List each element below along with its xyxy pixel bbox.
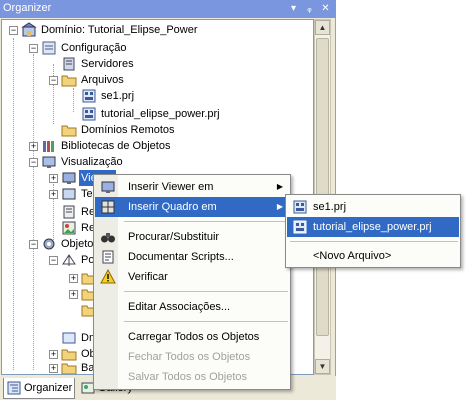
menu-label: <Novo Arquivo> xyxy=(313,250,392,262)
menu-item-verificar[interactable]: Verificar xyxy=(95,267,289,287)
project-file-icon xyxy=(82,107,96,121)
menu-label: Salvar Todos os Objetos xyxy=(128,371,248,383)
power-icon xyxy=(62,254,76,266)
expand-toggle[interactable]: + xyxy=(49,174,58,183)
collapse-toggle[interactable]: − xyxy=(49,256,58,265)
scroll-up-icon[interactable]: ▲ xyxy=(315,20,330,35)
project-file-icon xyxy=(293,200,307,214)
organizer-icon xyxy=(7,381,21,395)
menu-label: se1.prj xyxy=(313,201,347,213)
context-menu: Inserir Viewer em ▶ Inserir Quadro em ▶ … xyxy=(93,174,291,390)
expand-toggle[interactable]: + xyxy=(29,142,38,151)
menu-item-editar-associacoes[interactable]: Editar Associações... xyxy=(95,297,289,317)
menu-item-documentar[interactable]: Documentar Scripts... xyxy=(95,247,289,267)
menu-label: Procurar/Substituir xyxy=(128,231,220,243)
project-file-icon xyxy=(82,89,96,103)
tree-label: Arquivos xyxy=(81,74,124,86)
submenu-item-tutorial[interactable]: tutorial_elipse_power.prj xyxy=(287,217,459,237)
tree-label: Bibliotecas de Objetos xyxy=(61,140,171,152)
project-file-icon xyxy=(293,220,307,234)
expand-toggle[interactable]: + xyxy=(49,364,58,373)
collapse-toggle[interactable]: − xyxy=(29,158,38,167)
collapse-toggle[interactable]: − xyxy=(29,44,38,53)
menu-label: Inserir Viewer em xyxy=(128,181,214,193)
tree-label: Domínios Remotos xyxy=(81,124,175,136)
menu-item-inserir-viewer[interactable]: Inserir Viewer em ▶ xyxy=(95,177,289,197)
menu-label: Fechar Todos os Objetos xyxy=(128,351,251,363)
expand-toggle[interactable]: + xyxy=(69,290,78,299)
expand-toggle[interactable]: + xyxy=(69,274,78,283)
collapse-toggle[interactable]: − xyxy=(49,76,58,85)
folder-icon xyxy=(61,363,77,374)
servers-icon xyxy=(63,57,75,71)
objects-icon xyxy=(43,238,55,250)
collapse-toggle[interactable]: − xyxy=(29,240,38,249)
dropdown-icon[interactable]: ▾ xyxy=(287,2,300,15)
tree-label: Domínio: Tutorial_Elipse_Power xyxy=(41,24,198,36)
viewer-icon xyxy=(62,172,76,184)
expand-toggle[interactable]: + xyxy=(49,190,58,199)
menu-label: tutorial_elipse_power.prj xyxy=(313,221,432,233)
menu-label: Editar Associações... xyxy=(128,301,231,313)
submenu-arrow-icon: ▶ xyxy=(276,182,283,191)
folder-open-icon xyxy=(61,75,77,87)
collapse-toggle[interactable]: − xyxy=(9,26,18,35)
tree-label: se1.prj xyxy=(101,90,135,102)
binoculars-icon xyxy=(101,233,115,243)
menu-separator xyxy=(124,291,288,292)
menu-item-inserir-quadro[interactable]: Inserir Quadro em ▶ xyxy=(95,197,289,217)
viewer-icon xyxy=(101,181,115,193)
report-icon xyxy=(63,205,75,219)
domain-icon xyxy=(21,22,37,37)
tree-label: tutorial_elipse_power.prj xyxy=(101,108,220,120)
menu-separator xyxy=(124,321,288,322)
menu-label: Carregar Todos os Objetos xyxy=(128,331,260,343)
panel-title: Organizer xyxy=(3,2,52,14)
warning-icon xyxy=(100,269,116,284)
configuration-icon xyxy=(42,41,56,55)
scroll-thumb[interactable] xyxy=(316,38,329,336)
menu-label: Documentar Scripts... xyxy=(128,251,234,263)
tab-organizer[interactable]: Organizer xyxy=(3,378,75,399)
frame-icon xyxy=(101,200,115,214)
menu-item-procurar[interactable]: Procurar/Substituir xyxy=(95,227,289,247)
tab-label: Organizer xyxy=(24,382,73,394)
tree-label: Visualização xyxy=(61,156,123,168)
menu-label: Verificar xyxy=(128,271,168,283)
document-icon xyxy=(102,250,114,264)
submenu-item-novo-arquivo[interactable]: <Novo Arquivo> xyxy=(287,246,459,266)
menu-item-fechar-todos[interactable]: Fechar Todos os Objetos xyxy=(95,347,289,367)
panel-titlebar: Organizer ▾ ᵩ ✕ xyxy=(0,0,336,18)
tree-label: Configuração xyxy=(61,42,127,54)
menu-label: Inserir Quadro em xyxy=(128,201,217,213)
close-icon[interactable]: ✕ xyxy=(319,2,332,15)
expand-toggle[interactable]: + xyxy=(49,350,58,359)
menu-item-salvar-todos[interactable]: Salvar Todos os Objetos xyxy=(95,367,289,387)
library-icon xyxy=(43,141,54,152)
submenu: se1.prj tutorial_elipse_power.prj <Novo … xyxy=(285,194,461,268)
screen-icon xyxy=(62,188,76,200)
tree-label: Servidores xyxy=(81,58,134,70)
folder-icon xyxy=(61,125,77,137)
menu-separator xyxy=(290,241,458,242)
submenu-arrow-icon: ▶ xyxy=(276,202,283,211)
scroll-down-icon[interactable]: ▼ xyxy=(315,359,330,374)
data-icon xyxy=(62,332,76,344)
menu-item-carregar-todos[interactable]: Carregar Todos os Objetos xyxy=(95,327,289,347)
menu-separator xyxy=(124,221,288,222)
submenu-item-se1[interactable]: se1.prj xyxy=(287,197,459,217)
report-image-icon xyxy=(62,221,76,235)
visualization-icon xyxy=(42,156,56,168)
pin-icon[interactable]: ᵩ xyxy=(303,2,316,15)
